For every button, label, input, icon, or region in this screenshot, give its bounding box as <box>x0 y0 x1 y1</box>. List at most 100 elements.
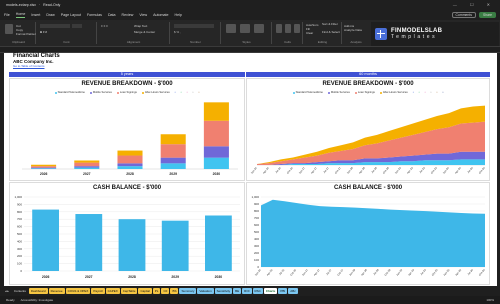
clipboard-group: Cut Copy Format Painter Clipboard <box>2 22 36 44</box>
brand-tagline: Templates <box>391 34 438 40</box>
status-bar: Ready Accessibility: Investigate 100% <box>0 296 500 304</box>
number-icons[interactable]: $ % , <box>174 30 181 34</box>
sheet-tab-charts[interactable]: Charts <box>263 288 278 294</box>
clear-button[interactable]: Clear <box>306 31 313 35</box>
y-tick-label: 200 <box>17 254 22 258</box>
group-label-styles: Styles <box>242 40 251 44</box>
revenue-annual-chart[interactable]: REVENUE BREAKDOWN - $'000 Standard Telem… <box>9 78 245 181</box>
chart-plot: 0 100 200 300 400 500 600 700 800 900 1,000 2026 202… <box>14 195 240 279</box>
status-ready: Ready <box>6 298 15 302</box>
sheet-tab-roi[interactable]: ROI <box>242 288 252 294</box>
sheet-tab-rsc[interactable]: RSC <box>252 288 263 294</box>
sheet-tab-dashboard[interactable]: Dashboard <box>28 288 48 294</box>
toc-link[interactable]: Go to Table of Contents <box>13 64 44 68</box>
x-tick-label: Jul-26 <box>274 166 282 174</box>
font-name-box[interactable] <box>40 24 70 28</box>
format-cells-icon[interactable] <box>294 24 300 33</box>
menu-tab-page-layout[interactable]: Page Layout <box>61 13 81 17</box>
menu-tab-help[interactable]: Help <box>174 13 181 17</box>
wrap-text-button[interactable]: Wrap Text <box>134 24 147 28</box>
sheet-tab-revenue[interactable]: Revenue <box>48 288 65 294</box>
font-size-box[interactable] <box>72 24 82 28</box>
menu-tab-home[interactable]: Home <box>15 12 26 18</box>
delete-cells-icon[interactable] <box>285 24 291 33</box>
x-tick-label: Oct-27 <box>336 268 344 277</box>
menu-tab-automate[interactable]: Automate <box>153 13 168 17</box>
menu-tab-review[interactable]: Review <box>122 13 134 17</box>
sheet-tab-bs[interactable]: BS <box>170 288 179 294</box>
cash-monthly-chart[interactable]: CASH BALANCE - $'000 0 100 200 300 400 500 600… <box>246 182 490 285</box>
sheet-tab-pl[interactable]: PL <box>152 288 161 294</box>
bar-segment <box>74 167 100 169</box>
sheet-tab-payroll[interactable]: Payroll <box>91 288 105 294</box>
x-tick-label: Jul-28 <box>370 166 378 174</box>
analyze-data-button[interactable]: Analyze Data <box>344 28 368 32</box>
format-painter-button[interactable]: Format Painter <box>16 32 36 36</box>
share-button[interactable]: Share <box>478 12 496 18</box>
group-label-cells: Cells <box>284 40 291 44</box>
sheet-tab-pbi[interactable]: PBI <box>278 288 288 294</box>
group-label-editing: Editing <box>317 40 328 44</box>
insert-cells-icon[interactable] <box>276 24 282 33</box>
number-format-box[interactable] <box>174 24 214 28</box>
menu-tab-view[interactable]: View <box>139 13 147 17</box>
ribbon-tabs: Comments Share File Home Insert Draw Page La… <box>0 10 500 20</box>
sheet-tab-abc[interactable]: ABc <box>288 288 298 294</box>
x-tick-label: Jul-27 <box>322 166 330 174</box>
cash-annual-chart[interactable]: CASH BALANCE - $'000 0 100 200 300 400 500 600… <box>9 182 245 285</box>
x-tick-label: Apr-26 <box>262 166 270 175</box>
y-tick-label: 900 <box>254 202 259 206</box>
align-icons[interactable]: ≡ ≡ ≡ <box>101 24 108 28</box>
sort-filter-button[interactable]: Sort & Filter <box>322 22 340 26</box>
tab-nav-icon[interactable]: ◂ ▸ <box>3 288 11 294</box>
sheet-tab-capital[interactable]: Capital <box>138 288 152 294</box>
bar-segment <box>203 102 229 121</box>
sheet-tab-summary[interactable]: Summary <box>179 288 197 294</box>
conditional-format-icon[interactable] <box>226 24 236 33</box>
zoom-level[interactable]: 100% <box>486 298 494 302</box>
excel-window: models-ectarp.xlsx · Read-Only — ☐ ✕ Com… <box>0 0 500 304</box>
sheet-tab-captable[interactable]: CapTable <box>120 288 138 294</box>
merge-center-button[interactable]: Merge & Center <box>134 30 155 34</box>
x-tick-label: Jan-27 <box>301 268 310 277</box>
bold-icon[interactable]: B I U <box>40 30 47 34</box>
x-tick-label: 2030 <box>215 275 223 279</box>
sheet-tab-cogs-opex[interactable]: COGS & OPEX <box>65 288 91 294</box>
sheet-tab-valuation[interactable]: Valuation <box>197 288 214 294</box>
sheet-tab-cf[interactable]: CF <box>161 288 170 294</box>
x-tick-label: 2030 <box>213 172 221 176</box>
revenue-monthly-chart[interactable]: REVENUE BREAKDOWN - $'000 Standard Telem… <box>246 78 490 181</box>
cash-area <box>261 199 485 267</box>
sheet-tab-contents[interactable]: Contents <box>12 288 28 294</box>
menu-tab-formulas[interactable]: Formulas <box>87 13 102 17</box>
accessibility-status[interactable]: Accessibility: Investigate <box>21 298 54 302</box>
cell-styles-icon[interactable] <box>254 24 264 33</box>
menu-tab-data[interactable]: Data <box>108 13 116 17</box>
bar-segment <box>160 163 186 169</box>
paste-icon[interactable] <box>5 24 13 34</box>
x-tick-label: Jul-27 <box>325 268 333 276</box>
bar-segment <box>31 164 57 167</box>
sheet-tab-be[interactable]: BE <box>233 288 242 294</box>
find-select-button[interactable]: Find & Select <box>322 30 340 34</box>
format-table-icon[interactable] <box>240 24 250 33</box>
number-group: $ % , Number <box>171 22 221 44</box>
x-tick-label: Jan-29 <box>394 166 403 175</box>
cash-bar <box>75 214 103 271</box>
x-tick-label: Oct-27 <box>334 166 342 175</box>
comments-button[interactable]: Comments <box>451 12 476 18</box>
menu-tab-insert[interactable]: Insert <box>31 13 40 17</box>
sheet-tab-sensitivity[interactable]: Sensitivity <box>214 288 233 294</box>
group-label-analysis: Analysis <box>350 40 362 44</box>
x-tick-label: Apr-28 <box>360 268 368 277</box>
x-tick-label: Apr-26 <box>265 268 273 277</box>
chart-plot: 01002003004005006007008009001,000Jan-26 A… <box>251 195 486 277</box>
x-tick-label: Oct-28 <box>382 166 390 175</box>
window-controls[interactable]: — ☐ ✕ <box>453 2 496 7</box>
menu-tab-draw[interactable]: Draw <box>46 13 54 17</box>
sheet-tab-capex[interactable]: CAPEX <box>105 288 120 294</box>
menu-tab-file[interactable]: File <box>4 13 10 17</box>
x-tick-label: Jul-26 <box>278 268 286 276</box>
x-tick-label: 2028 <box>128 275 136 279</box>
y-tick-label: 400 <box>254 237 259 241</box>
